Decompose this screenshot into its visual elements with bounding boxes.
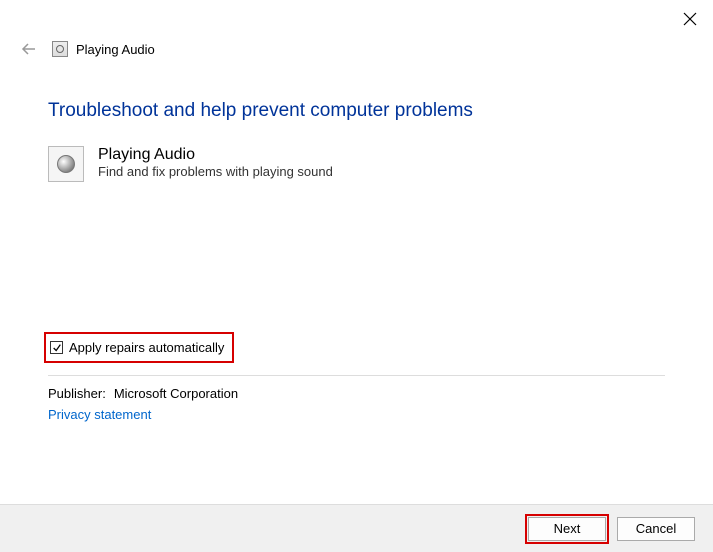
close-icon[interactable] bbox=[683, 12, 697, 26]
next-button[interactable]: Next bbox=[528, 517, 606, 541]
apply-repairs-checkbox[interactable]: Apply repairs automatically bbox=[48, 336, 226, 359]
page-heading: Troubleshoot and help prevent computer p… bbox=[48, 100, 665, 122]
next-button-highlight: Next bbox=[525, 514, 609, 544]
button-bar: Next Cancel bbox=[0, 504, 713, 552]
divider bbox=[48, 375, 665, 376]
troubleshooter-title: Playing Audio bbox=[98, 146, 333, 164]
content-area: Troubleshoot and help prevent computer p… bbox=[0, 100, 713, 422]
speaker-icon bbox=[48, 146, 84, 182]
privacy-link[interactable]: Privacy statement bbox=[48, 407, 151, 422]
publisher-value: Microsoft Corporation bbox=[114, 386, 238, 401]
apply-repairs-highlight: Apply repairs automatically bbox=[44, 332, 234, 363]
publisher-label: Publisher: bbox=[48, 386, 106, 401]
troubleshooter-item: Playing Audio Find and fix problems with… bbox=[48, 146, 665, 182]
cancel-button[interactable]: Cancel bbox=[617, 517, 695, 541]
publisher-row: Publisher: Microsoft Corporation bbox=[48, 386, 665, 401]
checkbox-icon bbox=[50, 341, 63, 354]
troubleshooter-desc: Find and fix problems with playing sound bbox=[98, 164, 333, 179]
titlebar bbox=[0, 0, 713, 32]
troubleshooter-window-icon bbox=[52, 41, 68, 57]
back-icon[interactable] bbox=[20, 40, 38, 58]
header-row: Playing Audio bbox=[0, 32, 713, 72]
window-title: Playing Audio bbox=[76, 42, 155, 57]
apply-repairs-label: Apply repairs automatically bbox=[69, 340, 224, 355]
